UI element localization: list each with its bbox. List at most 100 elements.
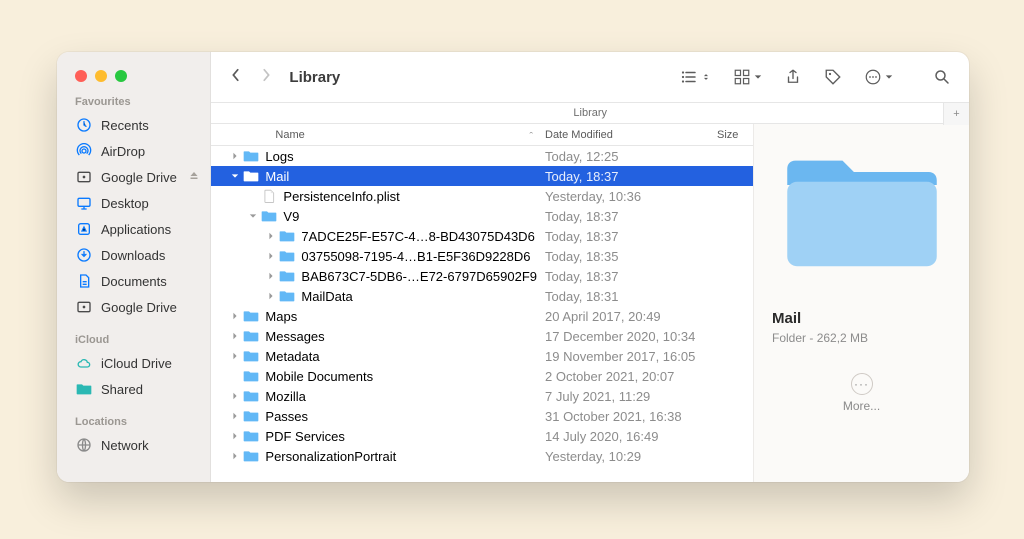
folder-icon xyxy=(279,249,295,263)
column-name[interactable]: Name ˆ xyxy=(211,129,545,141)
disclosure-icon[interactable] xyxy=(229,350,241,362)
file-date: Today, 18:35 xyxy=(545,249,717,264)
folder-icon xyxy=(243,169,259,183)
sidebar-item-label: AirDrop xyxy=(101,144,145,159)
file-row[interactable]: 03755098-7195-4…B1-E5F36D9228D6Today, 18… xyxy=(211,246,753,266)
disclosure-icon[interactable] xyxy=(229,430,241,442)
file-name: Mozilla xyxy=(265,389,545,404)
box-icon xyxy=(75,298,93,316)
disclosure-icon[interactable] xyxy=(265,250,277,262)
eject-icon[interactable] xyxy=(188,170,200,185)
group-by-button[interactable] xyxy=(733,68,762,86)
forward-button[interactable] xyxy=(259,68,273,87)
file-row[interactable]: BAB673C7-5DB6-…E72-6797D65902F9Today, 18… xyxy=(211,266,753,286)
sidebar-item[interactable]: Downloads xyxy=(57,242,210,268)
minimize-window-button[interactable] xyxy=(95,70,107,82)
share-button[interactable] xyxy=(784,68,802,86)
folder-icon xyxy=(243,409,259,423)
file-date: Today, 18:37 xyxy=(545,229,717,244)
file-row[interactable]: V9Today, 18:37 xyxy=(211,206,753,226)
desktop-icon xyxy=(75,194,93,212)
disclosure-icon[interactable] xyxy=(247,190,259,202)
disclosure-icon[interactable] xyxy=(247,210,259,222)
disclosure-icon[interactable] xyxy=(265,270,277,282)
sidebar-item[interactable]: AirDrop xyxy=(57,138,210,164)
sidebar: Favourites Recents AirDrop Google Drive Desk… xyxy=(57,52,211,482)
disclosure-icon[interactable] xyxy=(229,330,241,342)
sidebar-item[interactable]: Desktop xyxy=(57,190,210,216)
file-row[interactable]: LogsToday, 12:25 xyxy=(211,146,753,166)
file-date: 20 April 2017, 20:49 xyxy=(545,309,717,324)
folder-icon xyxy=(279,269,295,283)
sidebar-item[interactable]: iCloud Drive xyxy=(57,350,210,376)
column-date[interactable]: Date Modified xyxy=(545,129,717,141)
file-row[interactable]: Maps20 April 2017, 20:49 xyxy=(211,306,753,326)
folder-icon xyxy=(261,209,277,223)
column-size[interactable]: Size xyxy=(717,129,753,141)
file-row[interactable]: PDF Services14 July 2020, 16:49 xyxy=(211,426,753,446)
file-row[interactable]: PersonalizationPortraitYesterday, 10:29 xyxy=(211,446,753,466)
sidebar-item[interactable]: Google Drive xyxy=(57,164,210,190)
file-row[interactable]: Mozilla7 July 2021, 11:29 xyxy=(211,386,753,406)
file-name: V9 xyxy=(283,209,545,224)
file-date: Today, 18:37 xyxy=(545,269,717,284)
view-mode-button[interactable] xyxy=(680,68,711,86)
actions-button[interactable] xyxy=(864,68,893,86)
file-icon xyxy=(261,189,277,203)
path-bar: Library + xyxy=(211,102,969,124)
file-row[interactable]: Passes31 October 2021, 16:38 xyxy=(211,406,753,426)
sidebar-item-label: Desktop xyxy=(101,196,149,211)
disclosure-icon[interactable] xyxy=(229,450,241,462)
file-list: Name ˆ Date Modified Size LogsToday, 12:… xyxy=(211,124,753,482)
file-name: PersonalizationPortrait xyxy=(265,449,545,464)
back-button[interactable] xyxy=(229,68,243,87)
file-row[interactable]: Metadata19 November 2017, 16:05 xyxy=(211,346,753,366)
disclosure-icon[interactable] xyxy=(229,310,241,322)
sidebar-item[interactable]: Shared xyxy=(57,376,210,402)
sidebar-item[interactable]: Google Drive xyxy=(57,294,210,320)
file-date: 31 October 2021, 16:38 xyxy=(545,409,717,424)
file-row[interactable]: MailDataToday, 18:31 xyxy=(211,286,753,306)
disclosure-icon[interactable] xyxy=(229,390,241,402)
file-row[interactable]: Mobile Documents2 October 2021, 20:07 xyxy=(211,366,753,386)
disclosure-icon[interactable] xyxy=(229,370,241,382)
sidebar-section-label: Favourites xyxy=(57,82,210,112)
file-name: Passes xyxy=(265,409,545,424)
sidebar-item-label: Downloads xyxy=(101,248,165,263)
disclosure-icon[interactable] xyxy=(265,230,277,242)
folder-icon xyxy=(243,449,259,463)
file-date: 19 November 2017, 16:05 xyxy=(545,349,717,364)
path-bar-title[interactable]: Library xyxy=(573,107,607,119)
ellipsis-icon: ··· xyxy=(851,373,873,395)
download-icon xyxy=(75,246,93,264)
tags-button[interactable] xyxy=(824,68,842,86)
disclosure-icon[interactable] xyxy=(229,170,241,182)
disclosure-icon[interactable] xyxy=(229,150,241,162)
file-row[interactable]: 7ADCE25F-E57C-4…8-BD43075D43D6Today, 18:… xyxy=(211,226,753,246)
sidebar-item[interactable]: Network xyxy=(57,432,210,458)
sidebar-item[interactable]: Recents xyxy=(57,112,210,138)
disclosure-icon[interactable] xyxy=(265,290,277,302)
file-row[interactable]: MailToday, 18:37 xyxy=(211,166,753,186)
file-row[interactable]: PersistenceInfo.plistYesterday, 10:36 xyxy=(211,186,753,206)
close-window-button[interactable] xyxy=(75,70,87,82)
sidebar-item-label: Recents xyxy=(101,118,149,133)
disclosure-icon[interactable] xyxy=(229,410,241,422)
preview-more[interactable]: ··· More... xyxy=(843,373,880,413)
sidebar-item-label: Shared xyxy=(101,382,143,397)
folder-icon xyxy=(243,309,259,323)
main-pane: Library Library + Name ˆ xyxy=(211,52,969,482)
sidebar-item[interactable]: Applications xyxy=(57,216,210,242)
zoom-window-button[interactable] xyxy=(115,70,127,82)
sidebar-item-label: Network xyxy=(101,438,149,453)
new-tab-button[interactable]: + xyxy=(943,103,969,125)
sidebar-item-label: iCloud Drive xyxy=(101,356,172,371)
file-date: Today, 18:37 xyxy=(545,169,717,184)
search-button[interactable] xyxy=(933,68,951,86)
sidebar-item[interactable]: Documents xyxy=(57,268,210,294)
file-row[interactable]: Messages17 December 2020, 10:34 xyxy=(211,326,753,346)
folder-icon xyxy=(243,149,259,163)
folder-icon xyxy=(279,289,295,303)
sidebar-item-label: Google Drive xyxy=(101,300,177,315)
box-icon xyxy=(75,168,93,186)
